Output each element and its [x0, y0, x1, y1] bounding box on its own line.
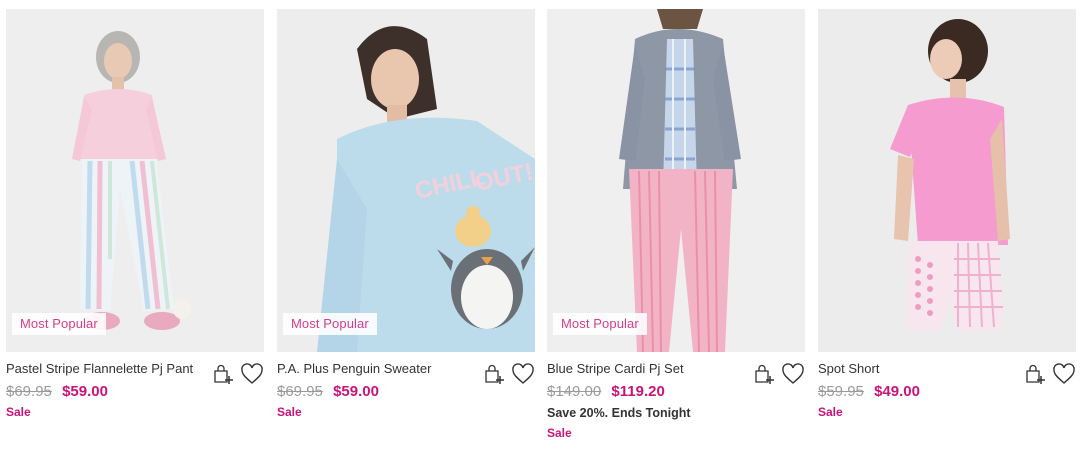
was-price: $69.95	[6, 383, 52, 400]
wishlist-button[interactable]	[239, 362, 264, 386]
sale-label: Sale	[818, 405, 843, 419]
product-card[interactable]: CHILL OUT! Most Popular P.A. Plus Pengui…	[277, 9, 535, 419]
add-to-bag-button[interactable]	[481, 362, 506, 386]
wishlist-button[interactable]	[780, 362, 805, 386]
product-photo	[72, 31, 191, 330]
wishlist-button[interactable]	[1051, 362, 1076, 386]
shopping-bag-plus-icon	[754, 364, 774, 384]
sale-label: Sale	[547, 426, 572, 440]
sale-price: $59.00	[62, 383, 108, 400]
sale-label: Sale	[6, 405, 31, 419]
was-price: $69.95	[277, 383, 323, 400]
most-popular-badge: Most Popular	[553, 313, 647, 335]
heart-icon	[781, 363, 804, 384]
heart-icon	[1052, 363, 1075, 384]
shopping-bag-plus-icon	[1025, 364, 1045, 384]
most-popular-badge: Most Popular	[283, 313, 377, 335]
product-actions	[751, 362, 805, 386]
add-to-bag-button[interactable]	[751, 362, 776, 386]
product-grid: Most Popular Pastel Stripe Flannelette P…	[0, 0, 1080, 449]
most-popular-badge: Most Popular	[12, 313, 106, 335]
add-to-bag-button[interactable]	[1022, 362, 1047, 386]
sale-price: $49.00	[874, 383, 920, 400]
product-photo: CHILL OUT!	[317, 26, 535, 352]
wishlist-button[interactable]	[510, 362, 535, 386]
shopping-bag-plus-icon	[484, 364, 504, 384]
was-price: $149.00	[547, 383, 602, 400]
add-to-bag-button[interactable]	[210, 362, 235, 386]
product-image[interactable]: CHILL OUT! Most Popular	[277, 9, 535, 352]
heart-icon	[511, 363, 534, 384]
heart-icon	[240, 363, 263, 384]
product-image[interactable]: Most Popular	[547, 9, 805, 352]
product-card[interactable]: Most Popular Pastel Stripe Flannelette P…	[6, 9, 264, 419]
product-photo	[890, 19, 1010, 331]
was-price: $59.95	[818, 383, 864, 400]
product-card[interactable]: Spot Short $59.95 $49.00 Sale	[818, 9, 1076, 419]
product-actions	[210, 362, 264, 386]
sale-price: $119.20	[611, 383, 665, 400]
product-title-row: P.A. Plus Penguin Sweater	[277, 361, 535, 384]
sale-price: $59.00	[333, 383, 379, 400]
promo-text: Save 20%. Ends Tonight	[547, 406, 691, 420]
product-actions	[481, 362, 535, 386]
product-title-row: Spot Short	[818, 361, 1076, 384]
product-photo	[619, 9, 741, 352]
product-image[interactable]: Most Popular	[6, 9, 264, 352]
product-card[interactable]: Most Popular Blue Stripe Cardi Pj Set $1…	[547, 9, 805, 440]
product-image[interactable]	[818, 9, 1076, 352]
product-title-row: Pastel Stripe Flannelette Pj Pant	[6, 361, 264, 384]
product-title-row: Blue Stripe Cardi Pj Set	[547, 361, 805, 384]
sale-label: Sale	[277, 405, 302, 419]
product-actions	[1022, 362, 1076, 386]
shopping-bag-plus-icon	[213, 364, 233, 384]
